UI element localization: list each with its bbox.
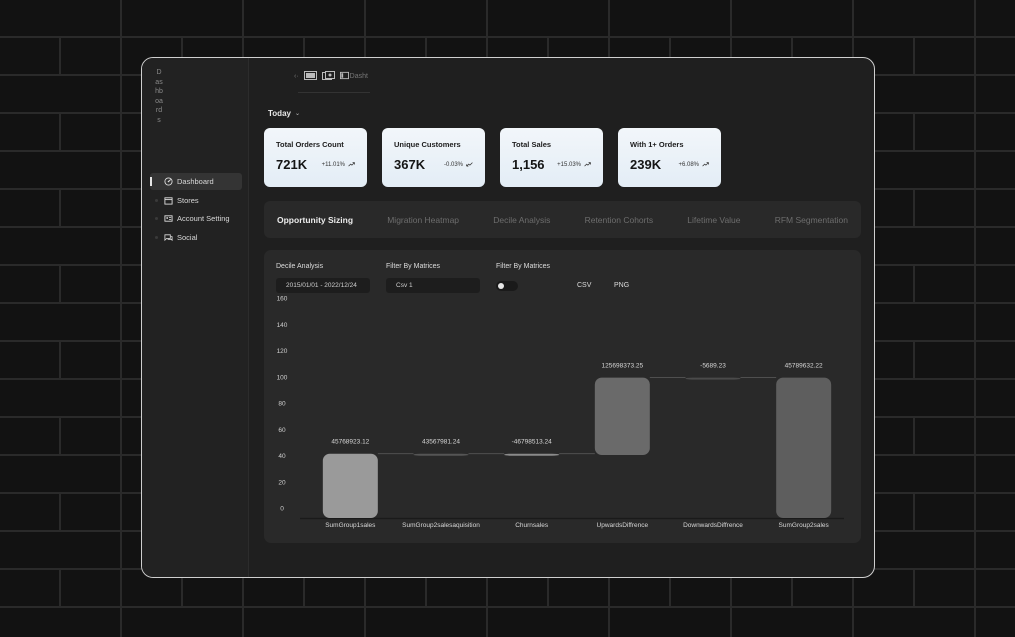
period-dropdown[interactable]: Today ⌄ xyxy=(268,109,300,118)
kpi-delta: +11.01% xyxy=(322,162,355,168)
kpi-title: Total Sales xyxy=(512,140,552,149)
waterfall-bar xyxy=(776,377,832,518)
y-tick-label: 40 xyxy=(278,453,286,460)
kpi-value: 239K xyxy=(630,157,662,172)
data-label: 125698373.25 xyxy=(602,363,644,370)
trend-up-icon xyxy=(702,162,709,167)
sidebar-item-label: Dashboard xyxy=(177,177,214,186)
kpi-cards: Total Orders Count 721K +11.01% Unique C… xyxy=(264,128,721,187)
wallet-icon[interactable] xyxy=(339,71,349,82)
cash-icon[interactable] xyxy=(303,70,317,82)
kpi-delta: -0.03% xyxy=(444,162,473,168)
waterfall-bar xyxy=(322,453,378,518)
sidebar: Dashboards Dashboard Stores Account Sett… xyxy=(142,58,249,577)
sidebar-title: Dashboards xyxy=(155,69,163,124)
back-icon[interactable]: ‹· xyxy=(294,73,299,80)
data-label: 43567981.24 xyxy=(422,439,460,446)
tab-opportunity-sizing[interactable]: Opportunity Sizing xyxy=(277,215,353,225)
sidebar-item-social[interactable]: Social xyxy=(150,229,242,246)
waterfall-bar xyxy=(685,377,741,380)
data-label: 45768923.12 xyxy=(331,439,369,446)
kpi-value: 367K xyxy=(394,157,426,172)
kpi-value: 1,156 xyxy=(512,157,545,172)
period-label: Today xyxy=(268,109,291,118)
chat-icon xyxy=(164,233,173,242)
kpi-card-unique-customers: Unique Customers 367K -0.03% xyxy=(382,128,485,187)
y-tick-label: 60 xyxy=(278,427,286,434)
topbar: ‹· Dasht xyxy=(294,70,368,82)
trend-down-icon xyxy=(466,162,473,167)
y-tick-label: 20 xyxy=(278,479,286,486)
x-tick-label: Churnsales xyxy=(515,522,549,529)
app-window: Dashboards Dashboard Stores Account Sett… xyxy=(141,57,875,578)
x-tick-label: SumGroup2salesaquisition xyxy=(402,522,480,529)
sidebar-item-dashboard[interactable]: Dashboard xyxy=(150,173,242,190)
trend-up-icon xyxy=(348,162,355,167)
chart-panel: Decile Analysis Filter By Matrices Filte… xyxy=(264,250,861,543)
tab-decile-analysis[interactable]: Decile Analysis xyxy=(493,215,550,225)
kpi-title: With 1+ Orders xyxy=(630,140,684,149)
kpi-card-with-orders: With 1+ Orders 239K +6.08% xyxy=(618,128,721,187)
kpi-delta: +15.03% xyxy=(557,162,591,168)
tab-migration-heatmap[interactable]: Migration Heatmap xyxy=(387,215,459,225)
sidebar-nav: Dashboard Stores Account Setting Social xyxy=(150,173,242,247)
trend-up-icon xyxy=(584,162,591,167)
waterfall-chart: 0 20 40 60 80 100 120 140 160 45768923.12 SumGroup… xyxy=(277,296,844,529)
x-tick-label: UpwardsDiffrence xyxy=(597,522,649,529)
kpi-title: Total Orders Count xyxy=(276,140,344,149)
x-tick-label: SumGroup1sales xyxy=(325,522,376,529)
kpi-delta-text: +6.08% xyxy=(678,161,699,168)
analysis-tabs: Opportunity Sizing Migration Heatmap Dec… xyxy=(264,201,861,238)
bills-icon[interactable] xyxy=(321,70,335,82)
data-label: -46798513.24 xyxy=(512,439,553,446)
tab-retention-cohorts[interactable]: Retention Cohorts xyxy=(585,215,654,225)
y-tick-label: 140 xyxy=(277,322,288,329)
y-tick-label: 0 xyxy=(280,506,284,513)
topbar-divider xyxy=(298,92,370,93)
waterfall-bar xyxy=(504,453,560,456)
breadcrumb-text: Dasht xyxy=(349,72,368,80)
kpi-card-total-orders: Total Orders Count 721K +11.01% xyxy=(264,128,367,187)
sidebar-item-stores[interactable]: Stores xyxy=(150,192,242,209)
waterfall-bar xyxy=(413,453,469,456)
kpi-card-total-sales: Total Sales 1,156 +15.03% xyxy=(500,128,603,187)
waterfall-bar xyxy=(594,377,650,455)
sidebar-item-label: Social xyxy=(177,232,198,242)
kpi-title: Unique Customers xyxy=(394,140,461,149)
kpi-delta: +6.08% xyxy=(678,162,709,168)
account-icon xyxy=(164,214,173,223)
main-content: ‹· Dasht Today ⌄ Total Orders Count 721K xyxy=(250,58,874,577)
kpi-delta-text: +11.01% xyxy=(321,161,345,168)
kpi-delta-text: -0.03% xyxy=(443,161,463,168)
kpi-value: 721K xyxy=(276,157,308,172)
x-tick-label: DownwardsDiffrence xyxy=(683,522,743,529)
y-tick-label: 100 xyxy=(277,374,288,381)
y-tick-label: 120 xyxy=(277,348,288,355)
dashboard-icon xyxy=(164,177,173,186)
sidebar-item-account-setting[interactable]: Account Setting xyxy=(150,210,242,227)
y-tick-label: 80 xyxy=(278,401,286,408)
data-label: 45789632.22 xyxy=(785,363,823,370)
sidebar-item-label: Account Setting xyxy=(177,214,230,223)
sidebar-item-label: Stores xyxy=(177,195,199,205)
tab-rfm-segmentation[interactable]: RFM Segmentation xyxy=(775,215,848,225)
x-tick-label: SumGroup2sales xyxy=(779,522,830,529)
tab-lifetime-value[interactable]: Lifetime Value xyxy=(687,215,740,225)
store-icon xyxy=(164,196,173,205)
kpi-delta-text: +15.03% xyxy=(557,161,581,168)
data-label: -5689.23 xyxy=(700,363,726,370)
chevron-down-icon: ⌄ xyxy=(294,111,300,117)
y-tick-label: 160 xyxy=(277,296,288,303)
